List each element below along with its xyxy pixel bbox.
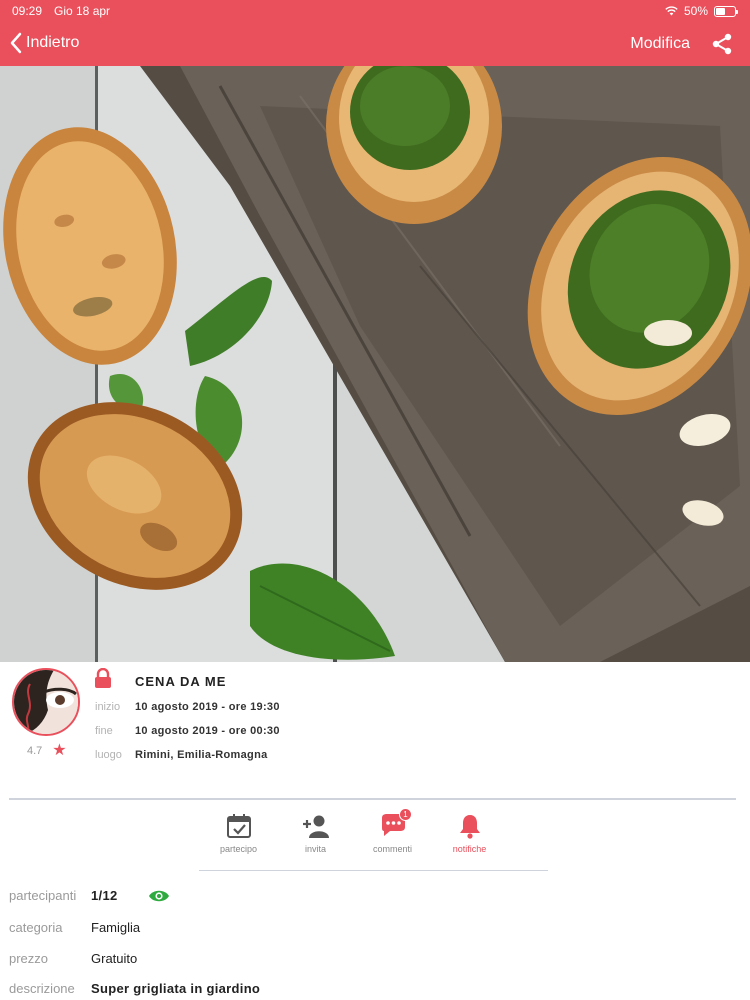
action-bar: partecipo invita 1 commenti notifiche: [200, 808, 548, 870]
info-key: inizio: [95, 701, 121, 713]
event-photo: [0, 66, 750, 662]
detail-participants: partecipanti 1/12: [9, 888, 170, 903]
info-value: 10 agosto 2019 - ore 00:30: [135, 725, 280, 737]
participate-button[interactable]: partecipo: [200, 808, 277, 870]
detail-key: categoria: [9, 920, 63, 935]
info-value: Rimini, Emilia-Romagna: [135, 749, 268, 761]
battery-percent: 50%: [683, 4, 708, 18]
add-user-icon: [302, 815, 329, 838]
event-title: CENA DA ME: [135, 674, 227, 689]
battery-icon: [714, 5, 738, 17]
wifi-icon: [665, 6, 678, 16]
back-button[interactable]: Indietro: [10, 32, 79, 54]
info-row-location: luogo Rimini, Emilia-Romagna: [95, 749, 268, 761]
action-label: invita: [304, 844, 326, 854]
chevron-left-icon: [10, 32, 22, 54]
action-label: notifiche: [452, 844, 487, 854]
calendar-check-icon: [226, 814, 251, 838]
divider: [199, 870, 548, 871]
comments-button[interactable]: 1 commenti: [354, 808, 431, 870]
status-right: 50%: [665, 4, 738, 18]
detail-key: prezzo: [9, 951, 49, 966]
comments-badge: 1: [399, 808, 412, 821]
action-label: partecipo: [219, 844, 258, 854]
top-bar: 09:29 Gio 18 apr 50% Indietro Modifica: [0, 0, 750, 66]
share-icon[interactable]: [710, 32, 734, 56]
info-row-start: inizio 10 agosto 2019 - ore 19:30: [95, 701, 280, 713]
notifications-button[interactable]: notifiche: [431, 808, 508, 870]
rating-value: 4.7: [27, 745, 43, 757]
info-row-end: fine 10 agosto 2019 - ore 00:30: [95, 725, 280, 737]
edit-button[interactable]: Modifica: [630, 35, 690, 53]
action-label: commenti: [372, 844, 412, 854]
detail-description: descrizione Super grigliata in giardino: [9, 981, 260, 996]
detail-category: categoria Famiglia: [9, 920, 140, 935]
status-date: Gio 18 apr: [54, 4, 111, 18]
status-bar: 09:29 Gio 18 apr 50%: [0, 0, 750, 22]
detail-value: 1/12: [91, 888, 118, 903]
detail-key: descrizione: [9, 981, 75, 996]
info-key: luogo: [95, 749, 122, 761]
back-label: Indietro: [26, 34, 80, 51]
info-value: 10 agosto 2019 - ore 19:30: [135, 701, 280, 713]
eye-icon[interactable]: [148, 889, 170, 903]
divider: [9, 798, 736, 800]
status-time: 09:29: [12, 4, 43, 18]
detail-price: prezzo Gratuito: [9, 951, 137, 966]
detail-value: Gratuito: [91, 951, 138, 966]
detail-value: Famiglia: [91, 920, 141, 935]
lock-icon: [95, 668, 111, 688]
info-key: fine: [95, 725, 113, 737]
invite-button[interactable]: invita: [277, 808, 354, 870]
detail-value: Super grigliata in giardino: [91, 981, 261, 996]
host-rating: 4.7 ★: [27, 742, 67, 759]
bell-icon: [459, 815, 480, 839]
star-icon: ★: [52, 742, 67, 759]
detail-key: partecipanti: [9, 888, 77, 903]
host-avatar[interactable]: [12, 668, 80, 736]
